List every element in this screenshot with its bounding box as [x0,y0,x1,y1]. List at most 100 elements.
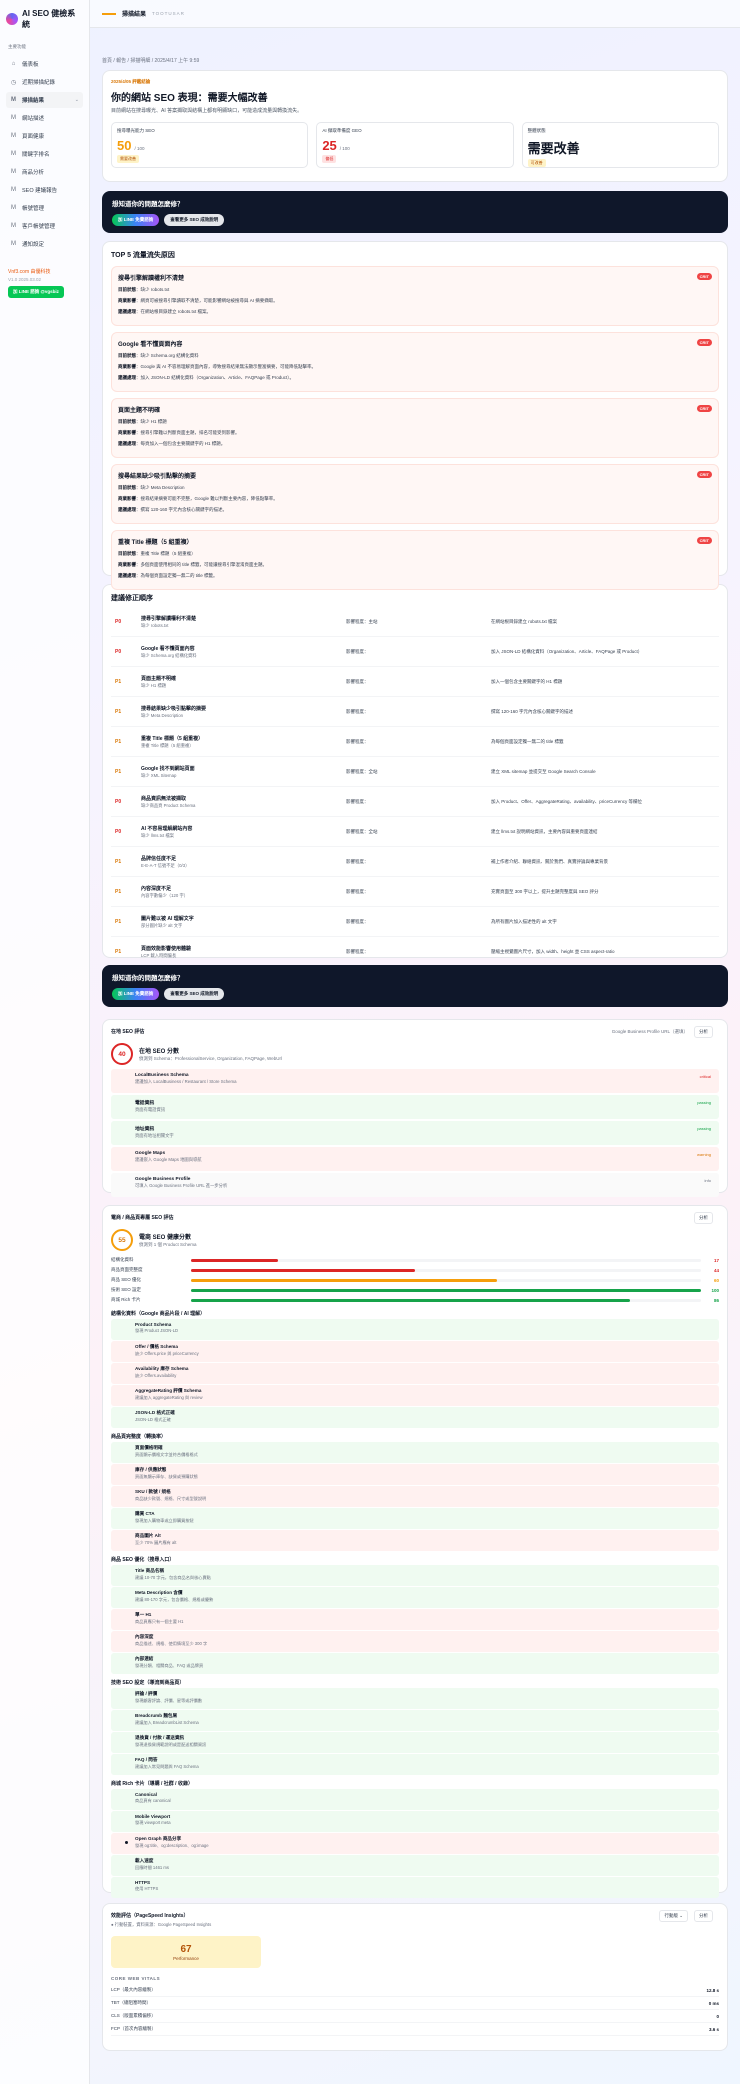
sidebar-item[interactable]: ◷ 近期掃描紀錄 [6,74,83,90]
check-title: JSON-LD 格式正確 [135,1410,175,1415]
product-check-item: Open Graph 商品分享 發現 og:title、og:descriptio… [111,1833,719,1854]
sidebar-item[interactable]: M 帳號管理 [6,200,83,216]
fix-title: 品牌信任度不足 [141,855,177,862]
fix-action: 在網站根目錄建立 robots.txt 檔案 [491,618,558,624]
sidebar-item[interactable]: M 通知設定 [6,236,83,252]
sidebar-item[interactable]: M 網站描述 [6,110,83,126]
fix-row[interactable]: P1 內容深度不足 內容字數偏少（120 字） 影響程度： 充實頁面至 300 字以上，… [111,877,719,907]
brand[interactable]: AI SEO 健檢系統 [6,8,83,30]
local-score-title: 在地 SEO 分數 [139,1049,180,1055]
bar-fill [191,1288,701,1292]
fix-row[interactable]: P1 品牌信任度不足 E-E-A-T 信號不足（0/3） 影響程度： 補上作者介紹、聯絡… [111,847,719,877]
sidebar-item-icon: M [11,205,16,211]
sidebar-item-label: 關鍵字排名 [22,152,50,158]
stat-card: 搜尋曝光能力 SEO 50/ 100 需要改善 [111,122,309,168]
fix-row[interactable]: P1 Google 找不到網站頁面 缺少 XML Sitemap 影響程度：全站 建立 … [111,757,719,787]
check-title: 商品圖片 Alt [135,1533,161,1538]
priority-badge: P1 [115,918,122,925]
issue-fix-line: 建議處理：為每個頁面設定獨一無二的 title 標籤。 [118,573,218,578]
fix-main: 品牌信任度不足 E-E-A-T 信號不足（0/3） [141,855,346,869]
product-analyze-button[interactable]: 分析 [694,1212,713,1224]
issue-line-label: 建議處理 [118,573,136,578]
issue-fix-line: 建議處理：在網站根目錄建立 robots.txt 檔案。 [118,309,212,314]
check-sub: 發現 viewport meta [135,1820,171,1825]
sidebar-item[interactable]: M 掃描結果 ⌄ [6,92,83,108]
issue-card: 頁面主題不明確 CRIT 目前狀態：缺少 H1 標題 商業影響：搜尋引擎難以判斷頁面主… [111,398,719,458]
check-title: HTTPS [135,1880,151,1885]
fix-main: Google 找不到網站頁面 缺少 XML Sitemap [141,765,346,779]
gbp-url-input[interactable]: Google Business Profile URL（選填） [612,1029,688,1035]
fix-row[interactable]: P0 商品資訊無法被擷取 缺少商品頁 Product Schema 影響程度： 加入 P… [111,787,719,817]
issue-issue-line: 目前狀態：缺少 Schema.org 結構化資料 [118,353,199,358]
check-sub: 頁面有電話資訊 [135,1107,166,1112]
check-sub: 回應時間 1461 ms [135,1865,169,1870]
check-sub: 建議加入 aggregateRating 與 review [135,1395,203,1400]
issue-title: 搜尋結果缺少吸引點擊的摘要 [118,474,197,480]
metric-value: 0 ms [708,2000,719,2006]
check-title: 單一 H1 [135,1612,152,1617]
issue-issue-line: 目前狀態：重複 Title 標題（5 組重複） [118,551,196,556]
fix-row[interactable]: P0 搜尋引擎解讀權利不清楚 缺少 robots.txt 影響程度：主站 在網站根目錄建… [111,607,719,637]
product-check-item: 商品圖片 Alt 至少 70% 圖片應有 alt [111,1530,719,1551]
product-check-item: 內容深度 商品描述、規格、使用情境至少 300 字 [111,1631,719,1652]
check-sub: 商品頁應只有一個主要 H1 [135,1619,184,1624]
stat-unit: / 100 [339,146,350,151]
fix-sub: E-E-A-T 信號不足（0/3） [141,862,190,868]
line-consult-button[interactable]: 加 LINE 諮詢 @vgsbiz [8,286,64,298]
sidebar-item[interactable]: M 關鍵字排名 [6,146,83,162]
status-badge: 需要改善 [117,155,139,163]
cwv-title: CORE WEB VITALS [111,1976,161,1981]
fix-row[interactable]: P0 AI 不容易理解網站內容 缺少 llms.txt 檔案 影響程度：全站 建立 ll… [111,817,719,847]
issue-impact-line: 商業影響：搜尋結果摘要可能不完整，Google 難以判斷主要內容，降低點擊率。 [118,496,278,501]
check-sub: 缺少 Offers.availability [135,1373,177,1378]
bar-label: 結構化資料 [111,1257,134,1262]
issue-line-label: 商業影響 [118,298,136,303]
fix-row[interactable]: P1 圖片難以被 AI 理解文字 部分圖片缺少 alt 文字 影響程度： 為所有圖片加入… [111,907,719,937]
local-analyze-button[interactable]: 分析 [694,1026,713,1038]
product-check-item: JSON-LD 格式正確 JSON-LD 格式正確 [111,1407,719,1428]
sidebar-item-icon: M [11,169,16,175]
product-check-item: 單一 H1 商品頁應只有一個主要 H1 [111,1609,719,1630]
check-title: AggregateRating 評價 Schema [135,1388,202,1393]
breadcrumb: 首頁 / 報告 / 掃描明細 / 2025/4/17 上午 9:59 [102,58,200,64]
product-check-item: Mobile Viewport 發現 viewport meta [111,1811,719,1832]
bar-track [191,1278,701,1282]
sidebar-item[interactable]: M SEO 建議報告 [6,182,83,198]
issue-line-label: 商業影響 [118,496,136,501]
banner2-line-button[interactable]: 加 LINE 免費諮詢 [112,988,160,1000]
check-sub: 使用 HTTPS [135,1886,159,1891]
sidebar-item[interactable]: M 商品分析 [6,164,83,180]
fix-row[interactable]: P1 頁面主題不明確 缺少 H1 標題 影響程度： 加入一個包含主要關鍵字的 H1 標題 [111,667,719,697]
perf-title: 效能評估（PageSpeed Insights） [111,1913,189,1919]
device-select[interactable]: 行動版 ⌄ [659,1910,688,1922]
perf-analyze-button[interactable]: 分析 [694,1910,713,1922]
local-check-item: 電話資訊 頁面有電話資訊 passing [111,1095,719,1119]
stat-label: AI 擷取準備度 GEO [322,128,362,133]
fix-row[interactable]: P1 頁面效能影響使用體驗 LCP 載入時間偏長 影響程度： 壓縮主視覺圖片尺寸，加入 … [111,937,719,967]
bar-value: 44 [713,1267,719,1273]
banner-more-button[interactable]: 查看更多 SEO 成效說明 [164,214,225,226]
banner-line-button[interactable]: 加 LINE 免費諮詢 [112,214,160,226]
fix-row[interactable]: P1 搜尋結果缺少吸引點擊的摘要 缺少 Meta Description 影響程度：撰… [111,697,719,727]
check-sub: 建議加入 LocalBusiness / Restaurant / Store … [135,1079,237,1084]
fix-row[interactable]: P0 Google 看不懂頁面內容 缺少 Schema.org 結構化資料 影響程度：… [111,637,719,667]
banner2-more-button[interactable]: 查看更多 SEO 成效說明 [164,988,225,1000]
score-bar-row: 商城 Rich 卡片 86 [111,1295,719,1305]
sidebar-item-label: 商品分析 [22,170,45,176]
issue-title: 搜尋引擎解讀權利不清楚 [118,276,185,282]
bullet-icon [125,1841,128,1844]
issue-line-text: 為每個頁面設定獨一無二的 title 標籤。 [140,573,218,578]
priority-badge: P0 [115,798,122,805]
sidebar-footer: Vnf3.com 由優科技 V1.0 2025.03.02 加 LINE 諮詢 … [6,268,83,298]
product-seo-card: 電商 / 商品頁專屬 SEO 評估 分析 55 電商 SEO 健康分數 偵測到 … [102,1205,728,1898]
fix-row[interactable]: P1 重複 Title 標題（5 組重複） 重複 Title 標題（5 組重複） 影響… [111,727,719,757]
check-sub: JSON-LD 格式正確 [135,1417,171,1422]
priority-badge: P0 [115,648,122,655]
metric-value: 0 [716,2013,719,2019]
check-sub: 發現 Product JSON-LD [135,1328,179,1333]
sidebar-item[interactable]: M 頁面健康 [6,128,83,144]
check-group-title: 商城 Rich 卡片（導購 / 社群 / 收錄） [111,1781,193,1787]
fix-main: 圖片難以被 AI 理解文字 部分圖片缺少 alt 文字 [141,915,346,929]
sidebar-item[interactable]: M 客戶帳號管理 [6,218,83,234]
sidebar-item[interactable]: ⌂ 儀表板 [6,56,83,72]
